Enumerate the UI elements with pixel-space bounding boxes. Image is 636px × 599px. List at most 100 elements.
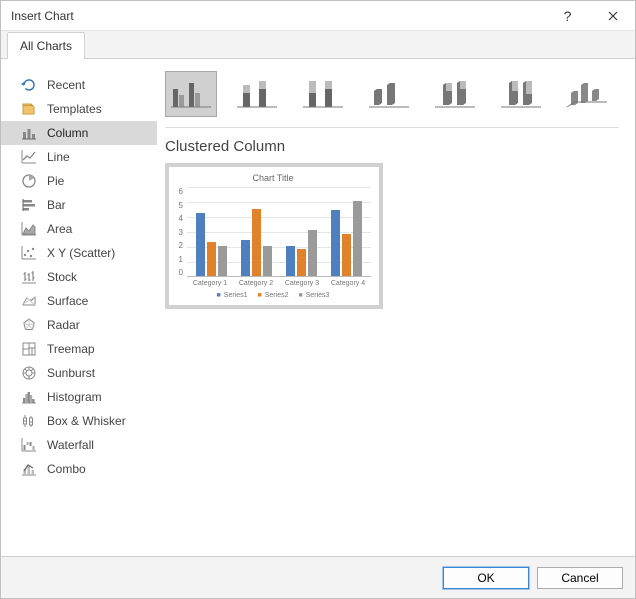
- subtype-stacked-column-100[interactable]: [297, 71, 349, 117]
- sidebar-item-line[interactable]: Line: [1, 145, 157, 169]
- sidebar-item-column[interactable]: Column: [1, 121, 157, 145]
- chart-preview-title: Chart Title: [175, 173, 371, 183]
- bar: [196, 213, 205, 276]
- sidebar-item-label: X Y (Scatter): [47, 246, 115, 260]
- xtick: Category 4: [331, 280, 365, 287]
- surface-icon: [21, 293, 37, 309]
- chart-preview-plot: [187, 187, 371, 277]
- subtype-clustered-column-3d[interactable]: [363, 71, 415, 117]
- chart-preview-xaxis: Category 1 Category 2 Category 3 Category 4: [187, 280, 371, 287]
- sidebar-item-scatter[interactable]: X Y (Scatter): [1, 241, 157, 265]
- stacked-column-100-icon: [301, 75, 345, 113]
- help-icon: ?: [564, 8, 572, 24]
- bar-group: [331, 201, 362, 276]
- sidebar-item-label: Pie: [47, 174, 64, 188]
- sidebar-item-combo[interactable]: Combo: [1, 457, 157, 481]
- stacked-column-icon: [235, 75, 279, 113]
- sidebar-item-label: Line: [47, 150, 70, 164]
- sunburst-icon: [21, 365, 37, 381]
- subtype-stacked-column-100-3d[interactable]: [495, 71, 547, 117]
- subtype-clustered-column[interactable]: [165, 71, 217, 117]
- subtype-stacked-column[interactable]: [231, 71, 283, 117]
- sidebar-item-label: Bar: [47, 198, 66, 212]
- sidebar-item-label: Box & Whisker: [47, 414, 126, 428]
- chart-category-sidebar: Recent Templates Column Line Pie Bar Area X Y (…: [1, 59, 157, 556]
- combo-icon: [21, 461, 37, 477]
- scatter-icon: [21, 245, 37, 261]
- sidebar-item-label: Surface: [47, 294, 88, 308]
- xtick: Category 1: [193, 280, 227, 287]
- sidebar-item-surface[interactable]: Surface: [1, 289, 157, 313]
- tab-strip: All Charts: [1, 31, 635, 59]
- column-3d-icon: [565, 75, 609, 113]
- sidebar-item-radar[interactable]: Radar: [1, 313, 157, 337]
- sidebar-item-label: Area: [47, 222, 72, 236]
- legend-series2: Series2: [258, 292, 289, 299]
- bar-icon: [21, 197, 37, 213]
- bar: [331, 210, 340, 276]
- sidebar-item-area[interactable]: Area: [1, 217, 157, 241]
- tab-label: All Charts: [20, 39, 72, 53]
- bar: [308, 230, 317, 277]
- ok-button[interactable]: OK: [443, 567, 529, 589]
- bar: [218, 246, 227, 276]
- ytick: 2: [179, 241, 183, 250]
- sidebar-item-label: Radar: [47, 318, 80, 332]
- sidebar-item-histogram[interactable]: Histogram: [1, 385, 157, 409]
- bar-group: [286, 230, 317, 277]
- sidebar-item-waterfall[interactable]: Waterfall: [1, 433, 157, 457]
- sidebar-item-label: Histogram: [47, 390, 102, 404]
- ytick: 0: [179, 268, 183, 277]
- window-title: Insert Chart: [11, 9, 545, 23]
- bar: [207, 242, 216, 277]
- bar: [252, 209, 261, 277]
- chart-preview-legend: Series1 Series2 Series3: [175, 292, 371, 299]
- legend-series3: Series3: [298, 292, 329, 299]
- sidebar-item-bar[interactable]: Bar: [1, 193, 157, 217]
- subtype-stacked-column-3d[interactable]: [429, 71, 481, 117]
- dialog-body: Recent Templates Column Line Pie Bar Area X Y (…: [1, 59, 635, 556]
- area-icon: [21, 221, 37, 237]
- dialog-footer: OK Cancel: [1, 556, 635, 598]
- sidebar-item-sunburst[interactable]: Sunburst: [1, 361, 157, 385]
- sidebar-item-label: Recent: [47, 78, 85, 92]
- help-button[interactable]: ?: [545, 1, 590, 31]
- close-button[interactable]: [590, 1, 635, 31]
- sidebar-item-templates[interactable]: Templates: [1, 97, 157, 121]
- chart-preview[interactable]: Chart Title 6543210 Category 1Category 2…: [165, 163, 383, 309]
- stock-icon: [21, 269, 37, 285]
- stacked-column-3d-icon: [433, 75, 477, 113]
- sidebar-item-stock[interactable]: Stock: [1, 265, 157, 289]
- sidebar-item-recent[interactable]: Recent: [1, 73, 157, 97]
- xtick: Category 2: [239, 280, 273, 287]
- treemap-icon: [21, 341, 37, 357]
- bar: [297, 249, 306, 276]
- clustered-column-3d-icon: [367, 75, 411, 113]
- waterfall-icon: [21, 437, 37, 453]
- chart-preview-yaxis: 6543210: [175, 187, 187, 277]
- stacked-column-100-3d-icon: [499, 75, 543, 113]
- tab-all-charts[interactable]: All Charts: [7, 32, 85, 59]
- sidebar-item-treemap[interactable]: Treemap: [1, 337, 157, 361]
- legend-series1: Series1: [217, 292, 248, 299]
- sidebar-item-label: Combo: [47, 462, 86, 476]
- ytick: 6: [179, 187, 183, 196]
- close-icon: [608, 11, 618, 21]
- column-icon: [21, 125, 37, 141]
- subtype-column-3d[interactable]: [561, 71, 613, 117]
- xtick: Category 3: [285, 280, 319, 287]
- ytick: 4: [179, 214, 183, 223]
- sidebar-item-label: Column: [47, 126, 88, 140]
- sidebar-item-boxwhisker[interactable]: Box & Whisker: [1, 409, 157, 433]
- ytick: 5: [179, 201, 183, 210]
- bar: [241, 240, 250, 276]
- bar: [286, 246, 295, 276]
- sidebar-item-pie[interactable]: Pie: [1, 169, 157, 193]
- pie-icon: [21, 173, 37, 189]
- sidebar-item-label: Templates: [47, 102, 102, 116]
- bar-group: [196, 213, 227, 276]
- sidebar-item-label: Sunburst: [47, 366, 95, 380]
- templates-icon: [21, 101, 37, 117]
- cancel-button[interactable]: Cancel: [537, 567, 623, 589]
- radar-icon: [21, 317, 37, 333]
